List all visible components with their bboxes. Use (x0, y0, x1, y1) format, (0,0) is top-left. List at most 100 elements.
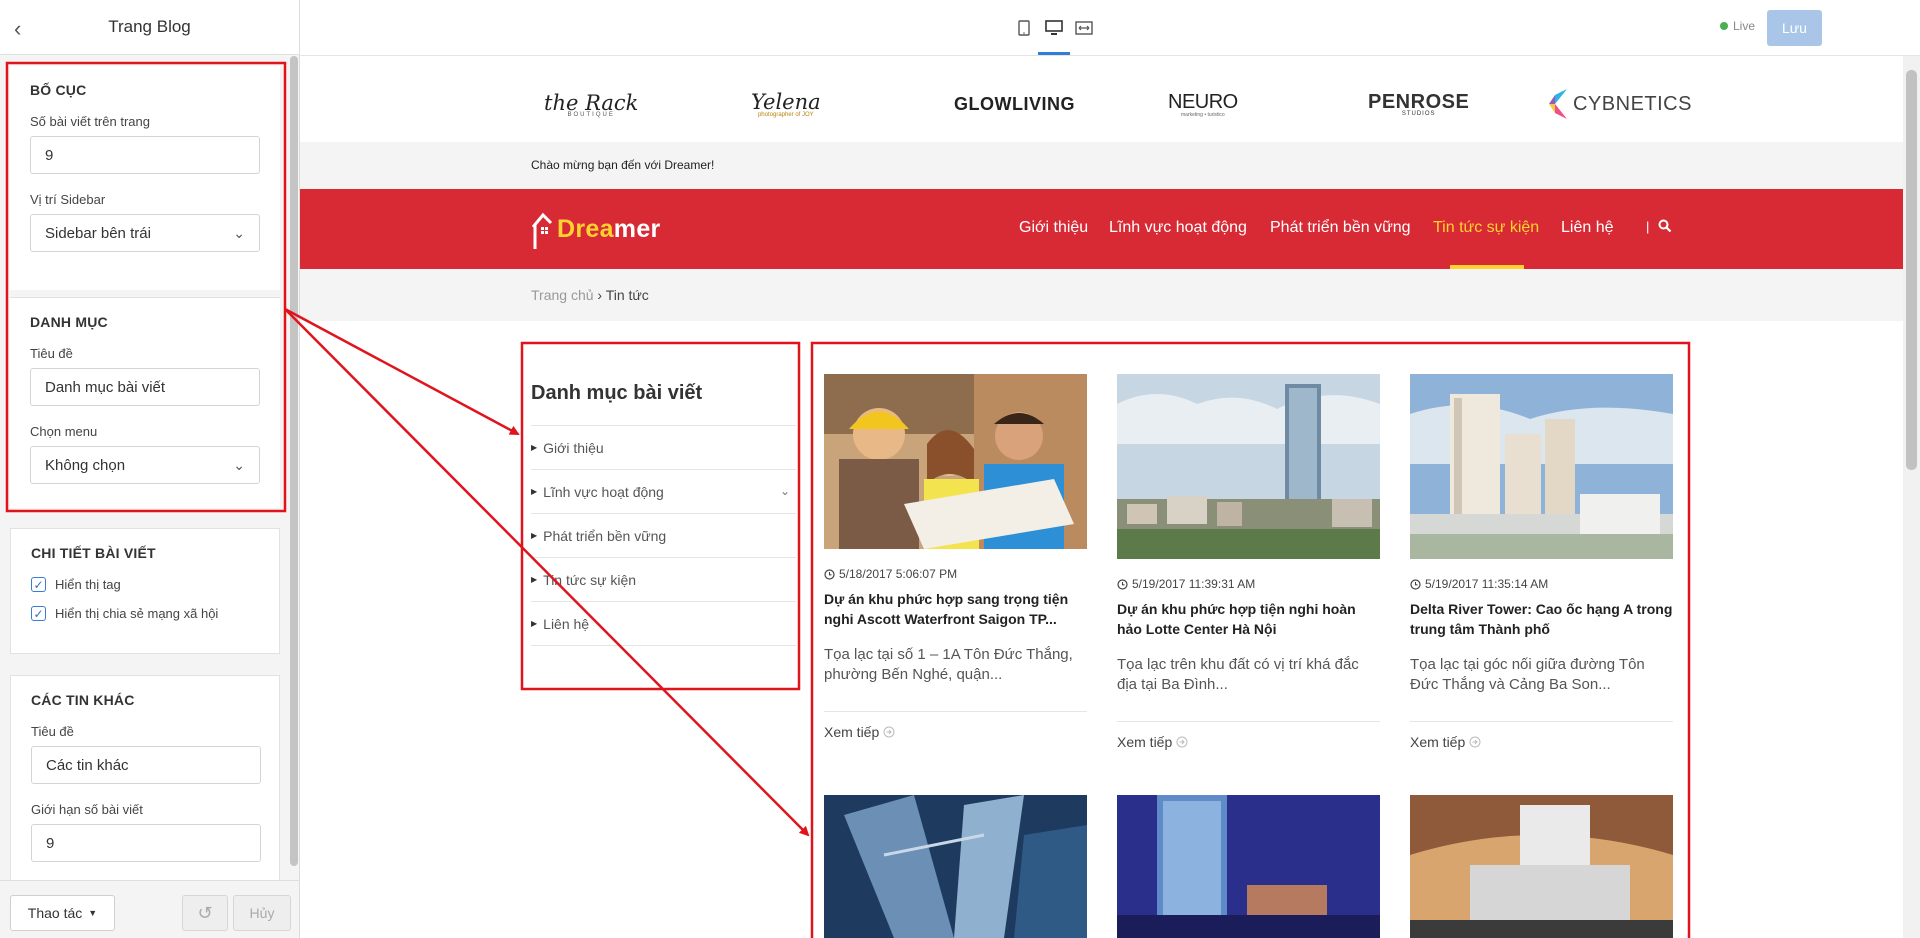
section-layout: BỐ CỤC Số bài viết trên trang 9 Vị trí S… (10, 66, 280, 290)
arrow-circle-icon (883, 726, 895, 738)
read-more-label: Xem tiếp (1117, 734, 1173, 750)
section-post-detail-title: CHI TIẾT BÀI VIẾT (31, 545, 156, 561)
post-image[interactable] (824, 374, 1087, 549)
nav-gioi-thieu[interactable]: Giới thiệu (1019, 219, 1088, 237)
partner-logo-yelena: Yelena photographer of JOY (751, 84, 821, 124)
post-image[interactable] (1117, 374, 1380, 559)
arrow-circle-icon (1469, 736, 1481, 748)
partner-logo-penrose: PENROSE STUDIOS (1368, 84, 1469, 124)
breadcrumb-home[interactable]: Trang chủ (531, 287, 594, 303)
undo-icon: ↺ (197, 902, 213, 923)
sidebar-position-label: Vị trí Sidebar (30, 192, 106, 207)
undo-button[interactable]: ↺ (182, 895, 228, 931)
post-limit-input[interactable]: 9 (31, 824, 261, 862)
search-icon[interactable] (1658, 219, 1672, 233)
post-date-text: 5/19/2017 11:35:14 AM (1425, 577, 1549, 591)
caret-right-icon: ▶ (531, 531, 538, 540)
desktop-view-icon[interactable] (1042, 16, 1066, 40)
divider (824, 711, 1087, 712)
partner-logo-glowliving: GLOWLIVING (954, 84, 1075, 124)
cybnetics-mark-icon (1549, 89, 1567, 119)
editor-header: ‹ Trang Blog (0, 0, 299, 55)
post-image[interactable] (1410, 795, 1673, 938)
partner-logo-the-rack: the Rack BOUTIQUE (544, 84, 638, 124)
sidebar-position-select[interactable]: Sidebar bên trái ⌄ (30, 214, 260, 252)
chevron-down-icon: ⌄ (233, 456, 245, 473)
show-tags-checkbox[interactable]: ✓ (31, 577, 46, 592)
read-more-link[interactable]: Xem tiếp (1410, 734, 1673, 750)
logo-text-mer: mer (613, 214, 661, 243)
partner-name: GLOWLIVING (954, 93, 1075, 114)
chevron-down-icon: ⌄ (233, 224, 245, 241)
post-date: 5/19/2017 11:35:14 AM (1410, 577, 1673, 591)
sidebar-position-value: Sidebar bên trái (45, 224, 151, 242)
sidebar-item[interactable]: ▶ Tin tức sự kiện (531, 557, 796, 601)
sidebar-item[interactable]: ▶ Giới thiệu (531, 425, 796, 469)
post-limit-label: Giới hạn số bài viết (31, 802, 143, 817)
menu-select-value: Không chọn (45, 456, 126, 474)
post-excerpt: Tọa lạc tại góc nối giữa đường Tôn Đức T… (1410, 656, 1645, 693)
fullwidth-view-icon[interactable] (1072, 16, 1096, 40)
show-tags-label: Hiển thị tag (55, 577, 121, 592)
read-more-link[interactable]: Xem tiếp (824, 724, 1087, 740)
section-layout-title: BỐ CỤC (30, 82, 87, 98)
post-image[interactable] (1117, 795, 1380, 938)
site-logo[interactable]: Drea mer (531, 201, 661, 257)
mobile-view-icon[interactable] (1012, 16, 1036, 40)
site-preview: the Rack BOUTIQUE Yelena photographer of… (300, 56, 1903, 938)
post-title[interactable]: Dự án khu phức hợp sang trọng tiện nghi … (824, 589, 1087, 629)
section-post-detail: CHI TIẾT BÀI VIẾT ✓ Hiển thị tag ✓ Hiển … (10, 528, 280, 654)
post-card: 5/19/2017 11:39:31 AM Dự án khu phức hợp… (1117, 374, 1380, 750)
actions-button[interactable]: Thao tác ▼ (10, 895, 115, 931)
other-news-heading-value: Các tin khác (46, 756, 129, 774)
editor-scrollbar[interactable] (290, 56, 298, 866)
welcome-bar: Chào mừng bạn đến với Dreamer! (300, 142, 1903, 189)
actions-label: Thao tác (27, 905, 83, 921)
arrow-circle-icon (1176, 736, 1188, 748)
sidebar-item[interactable]: ▶ Lĩnh vực hoạt động ⌄ (531, 469, 796, 513)
breadcrumb-current: Tin tức (605, 287, 649, 303)
section-category: DANH MỤC Tiêu đề Danh mục bài viết Chọn … (10, 298, 280, 508)
sidebar-item-label: Liên hệ (543, 615, 590, 632)
cancel-button[interactable]: Hủy (233, 895, 291, 931)
clock-icon (1410, 578, 1421, 590)
show-share-checkbox[interactable]: ✓ (31, 606, 46, 621)
posts-per-page-input[interactable]: 9 (30, 136, 260, 174)
nav-lien-he[interactable]: Liên hệ (1561, 219, 1614, 237)
post-date: 5/19/2017 11:39:31 AM (1117, 577, 1380, 591)
post-title[interactable]: Delta River Tower: Cao ốc hạng A trong t… (1410, 599, 1673, 639)
sidebar-item[interactable]: ▶ Liên hệ (531, 601, 796, 645)
sidebar-item-label: Phát triển bền vững (543, 527, 667, 544)
read-more-link[interactable]: Xem tiếp (1117, 734, 1380, 750)
category-heading-input[interactable]: Danh mục bài viết (30, 368, 260, 406)
caret-right-icon: ▶ (531, 575, 538, 584)
category-sidebar: Danh mục bài viết ▶ Giới thiệu ▶ Lĩnh vực … (531, 356, 796, 646)
sidebar-item-label: Lĩnh vực hoạt động (543, 483, 664, 500)
show-share-label: Hiển thị chia sẻ mạng xã hội (55, 606, 219, 621)
menu-select-label: Chọn menu (30, 424, 98, 439)
read-more-label: Xem tiếp (1410, 734, 1466, 750)
post-image[interactable] (824, 795, 1087, 938)
show-tags-option[interactable]: ✓ Hiển thị tag (31, 577, 259, 592)
save-button[interactable]: Lưu (1767, 10, 1822, 46)
divider (1117, 721, 1380, 722)
partner-name: NEURO (1168, 90, 1238, 113)
chevron-down-icon[interactable]: ⌄ (780, 484, 790, 498)
other-news-heading-input[interactable]: Các tin khác (31, 746, 261, 784)
top-toolbar: Live Lưu (300, 0, 1920, 56)
welcome-text: Chào mừng bạn đến với Dreamer! (531, 158, 715, 172)
breadcrumb: Trang chủ › Tin tức (531, 287, 649, 303)
nav-separator: | (1646, 219, 1650, 234)
back-icon[interactable]: ‹ (14, 16, 21, 42)
show-share-option[interactable]: ✓ Hiển thị chia sẻ mạng xã hội (31, 606, 259, 621)
preview-scrollbar[interactable] (1906, 70, 1917, 470)
post-image[interactable] (1410, 374, 1673, 559)
nav-tin-tuc[interactable]: Tin tức sự kiện (1433, 219, 1539, 237)
posts-per-page-value: 9 (45, 146, 54, 164)
clock-icon (1117, 578, 1128, 590)
menu-select[interactable]: Không chọn ⌄ (30, 446, 260, 484)
sidebar-item[interactable]: ▶ Phát triển bền vững (531, 513, 796, 557)
nav-phat-trien[interactable]: Phát triển bền vững (1270, 219, 1411, 237)
nav-linh-vuc[interactable]: Lĩnh vực hoạt động (1109, 219, 1247, 237)
post-title[interactable]: Dự án khu phức hợp tiện nghi hoàn hảo Lo… (1117, 599, 1380, 639)
